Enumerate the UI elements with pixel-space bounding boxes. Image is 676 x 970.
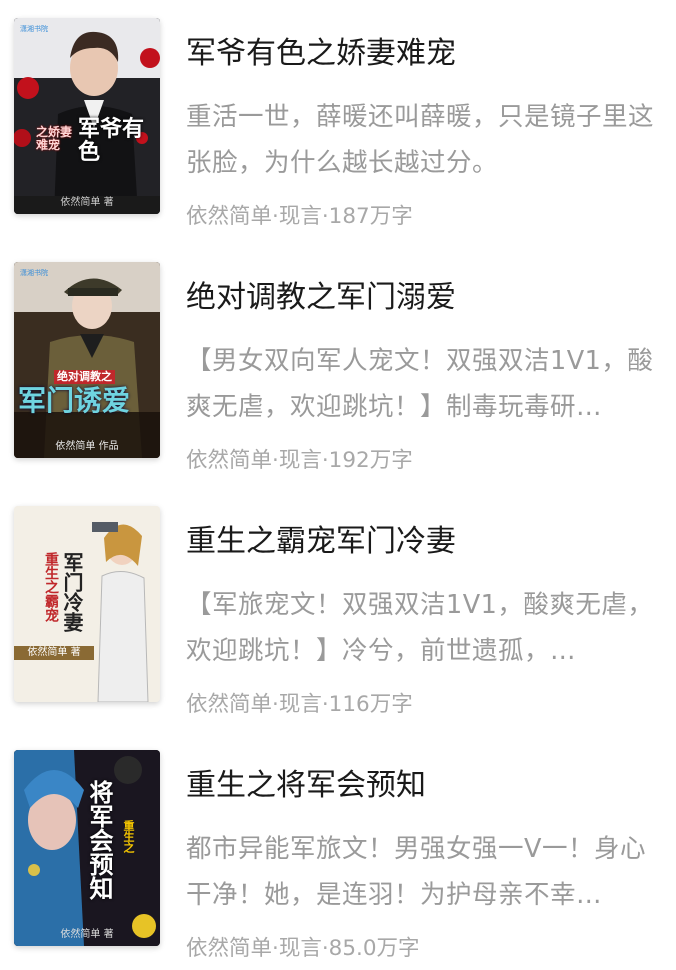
cover-subtitle: 重生之霸宠 (43, 552, 59, 622)
cover-subtitle: 重生之 (122, 820, 135, 853)
book-description: 重活一世，薛暖还叫薛暖，只是镜子里这张脸，为什么越长越过分。 (186, 102, 655, 178)
publisher-tag: 潇湘书院 (20, 269, 48, 277)
cover-subtitle: 之娇妻难宠 (36, 125, 73, 152)
cover-subtitle: 绝对调教之 (54, 370, 115, 384)
cover-author: 依然简单 著 (27, 647, 81, 658)
book-item[interactable]: 潇湘书院 军爷有色 之娇妻难宠 依然简单 著 军爷有色之娇妻难宠 重活一世，薛暖… (0, 18, 676, 238)
cover-title: 军门诱爱 (18, 384, 131, 417)
book-item[interactable]: 重生之霸宠 军门冷妻 依然简单 著 重生之霸宠军门冷妻 【军旅宠文！双强双洁1V… (0, 506, 676, 726)
book-description: 【男女双向军人宠文！双强双洁1V1，酸爽无虐，欢迎跳坑！】制毒玩毒研… (186, 346, 654, 422)
book-meta: 依然简单·现言·192万字 (186, 448, 413, 473)
book-cover[interactable]: 潇湘书院 绝对调教之 军门诱爱 依然简单 作品 (14, 262, 160, 458)
book-cover[interactable]: 潇湘书院 军爷有色 之娇妻难宠 依然简单 著 (14, 18, 160, 214)
publisher-tag: 潇湘书院 (20, 25, 48, 33)
cover-author: 依然简单 著 (60, 929, 114, 940)
book-meta: 依然简单·现言·116万字 (186, 692, 413, 717)
book-meta: 依然简单·现言·85.0万字 (186, 936, 420, 961)
cover-title: 将军会预知 (85, 780, 114, 900)
cover-author: 依然简单 著 (60, 197, 114, 208)
cover-illustration (14, 262, 160, 458)
book-description: 【军旅宠文！双强双洁1V1，酸爽无虐，欢迎跳坑！】冷兮，前世遗孤，… (186, 590, 654, 666)
book-title[interactable]: 重生之将军会预知 (186, 766, 426, 806)
book-list: 潇湘书院 军爷有色 之娇妻难宠 依然简单 著 军爷有色之娇妻难宠 重活一世，薛暖… (0, 0, 676, 966)
book-title[interactable]: 军爷有色之娇妻难宠 (186, 34, 456, 74)
cover-title: 军爷有色 (78, 116, 145, 166)
book-item[interactable]: 潇湘书院 绝对调教之 军门诱爱 依然简单 作品 绝对调教之军门溺爱 【男女双向军… (0, 262, 676, 482)
book-title[interactable]: 绝对调教之军门溺爱 (186, 278, 456, 318)
book-cover[interactable]: 重生之霸宠 军门冷妻 依然简单 著 (14, 506, 160, 702)
book-cover[interactable]: 将军会预知 重生之 依然简单 著 (14, 750, 160, 946)
book-description: 都市异能军旅文！男强女强一V一！身心干净！她，是连羽！为护母亲不幸… (186, 834, 646, 910)
book-title[interactable]: 重生之霸宠军门冷妻 (186, 522, 456, 562)
cover-title: 军门冷妻 (60, 552, 84, 632)
book-meta: 依然简单·现言·187万字 (186, 204, 413, 229)
cover-author: 依然简单 作品 (55, 441, 119, 452)
book-item[interactable]: 将军会预知 重生之 依然简单 著 重生之将军会预知 都市异能军旅文！男强女强一V… (0, 750, 676, 970)
